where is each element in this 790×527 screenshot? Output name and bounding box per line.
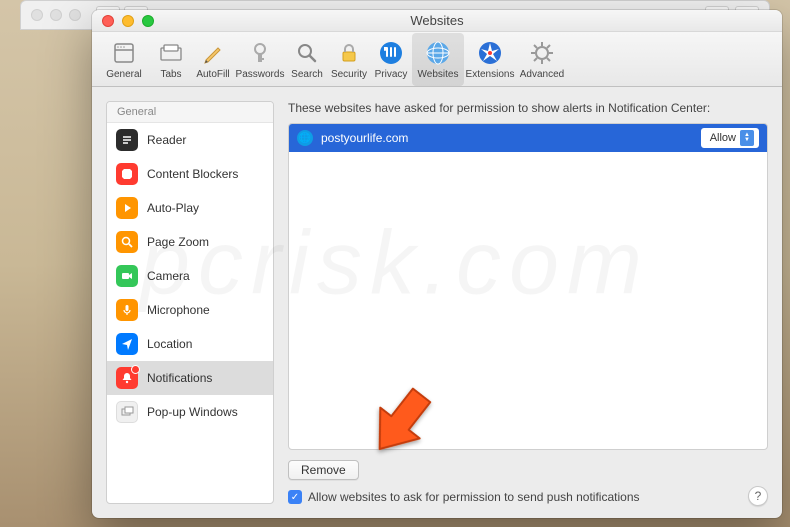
toolbar-label: AutoFill xyxy=(196,69,229,80)
toolbar-tabs[interactable]: Tabs xyxy=(150,33,192,86)
sidebar-item-camera[interactable]: Camera xyxy=(107,259,273,293)
location-icon xyxy=(116,333,138,355)
notification-badge-icon xyxy=(131,365,140,374)
preferences-toolbar: General Tabs AutoFill Passwords Search S… xyxy=(92,32,782,87)
sidebar-item-page-zoom[interactable]: Page Zoom xyxy=(107,225,273,259)
window-title: Websites xyxy=(410,13,463,28)
sidebar-label: Auto-Play xyxy=(147,201,199,215)
site-name: postyourlife.com xyxy=(321,131,693,145)
bg-minimize-icon xyxy=(50,9,62,21)
toolbar-label: Privacy xyxy=(375,69,408,80)
toolbar-privacy[interactable]: Privacy xyxy=(370,33,412,86)
bg-zoom-icon xyxy=(69,9,81,21)
permission-dropdown[interactable]: Allow ▲▼ xyxy=(701,128,759,148)
panel-description: These websites have asked for permission… xyxy=(288,101,768,115)
search-icon xyxy=(293,39,321,67)
toolbar-security[interactable]: Security xyxy=(328,33,370,86)
sidebar-label: Reader xyxy=(147,133,186,147)
page-zoom-icon xyxy=(116,231,138,253)
toolbar-general[interactable]: General xyxy=(98,33,150,86)
toolbar-passwords[interactable]: Passwords xyxy=(234,33,286,86)
toolbar-autofill[interactable]: AutoFill xyxy=(192,33,234,86)
passwords-icon xyxy=(246,39,274,67)
toolbar-search[interactable]: Search xyxy=(286,33,328,86)
site-row[interactable]: 🌐 postyourlife.com Allow ▲▼ xyxy=(289,124,767,152)
sidebar-item-auto-play[interactable]: Auto-Play xyxy=(107,191,273,225)
checkbox-label: Allow websites to ask for permission to … xyxy=(308,490,640,504)
toolbar-websites[interactable]: Websites xyxy=(412,33,464,86)
tabs-icon xyxy=(157,39,185,67)
popup-windows-icon xyxy=(116,401,138,423)
sidebar-label: Page Zoom xyxy=(147,235,209,249)
websites-icon xyxy=(424,39,452,67)
toolbar-label: Security xyxy=(331,69,367,80)
autofill-icon xyxy=(199,39,227,67)
general-icon xyxy=(110,39,138,67)
preferences-window: Websites General Tabs AutoFill Passwords… xyxy=(92,10,782,518)
dropdown-arrows-icon: ▲▼ xyxy=(740,130,754,146)
toolbar-label: Passwords xyxy=(236,69,285,80)
sidebar-item-microphone[interactable]: Microphone xyxy=(107,293,273,327)
toolbar-extensions[interactable]: Extensions xyxy=(464,33,516,86)
sidebar-label: Location xyxy=(147,337,192,351)
titlebar: Websites xyxy=(92,10,782,32)
security-icon xyxy=(335,39,363,67)
content-blockers-icon xyxy=(116,163,138,185)
sidebar-item-reader[interactable]: Reader xyxy=(107,123,273,157)
remove-button[interactable]: Remove xyxy=(288,460,359,480)
allow-permission-checkbox-row[interactable]: ✓ Allow websites to ask for permission t… xyxy=(288,490,768,504)
zoom-button[interactable] xyxy=(142,15,154,27)
toolbar-label: Tabs xyxy=(160,69,181,80)
sidebar-label: Camera xyxy=(147,269,190,283)
extensions-icon xyxy=(476,39,504,67)
toolbar-label: Extensions xyxy=(466,69,515,80)
main-panel: These websites have asked for permission… xyxy=(288,101,768,504)
sidebar-item-notifications[interactable]: Notifications xyxy=(107,361,273,395)
site-favicon-icon: 🌐 xyxy=(297,130,313,146)
sidebar-item-location[interactable]: Location xyxy=(107,327,273,361)
sidebar-item-content-blockers[interactable]: Content Blockers xyxy=(107,157,273,191)
sidebar-label: Content Blockers xyxy=(147,167,238,181)
microphone-icon xyxy=(116,299,138,321)
toolbar-label: General xyxy=(106,69,142,80)
toolbar-advanced[interactable]: Advanced xyxy=(516,33,568,86)
sidebar: General Reader Content Blockers Auto-Pla… xyxy=(106,101,274,504)
help-button[interactable]: ? xyxy=(748,486,768,506)
sidebar-label: Microphone xyxy=(147,303,210,317)
sidebar-label: Notifications xyxy=(147,371,212,385)
bg-close-icon xyxy=(31,9,43,21)
sidebar-label: Pop-up Windows xyxy=(147,405,238,419)
advanced-icon xyxy=(528,39,556,67)
auto-play-icon xyxy=(116,197,138,219)
toolbar-label: Websites xyxy=(418,69,459,80)
privacy-icon xyxy=(377,39,405,67)
sidebar-header: General xyxy=(107,102,273,123)
reader-icon xyxy=(116,129,138,151)
checkbox-checked-icon[interactable]: ✓ xyxy=(288,490,302,504)
permission-value: Allow xyxy=(710,132,736,144)
sidebar-item-popup-windows[interactable]: Pop-up Windows xyxy=(107,395,273,429)
camera-icon xyxy=(116,265,138,287)
content-area: General Reader Content Blockers Auto-Pla… xyxy=(92,87,782,518)
close-button[interactable] xyxy=(102,15,114,27)
toolbar-label: Advanced xyxy=(520,69,564,80)
toolbar-label: Search xyxy=(291,69,323,80)
site-list[interactable]: 🌐 postyourlife.com Allow ▲▼ xyxy=(288,123,768,450)
minimize-button[interactable] xyxy=(122,15,134,27)
